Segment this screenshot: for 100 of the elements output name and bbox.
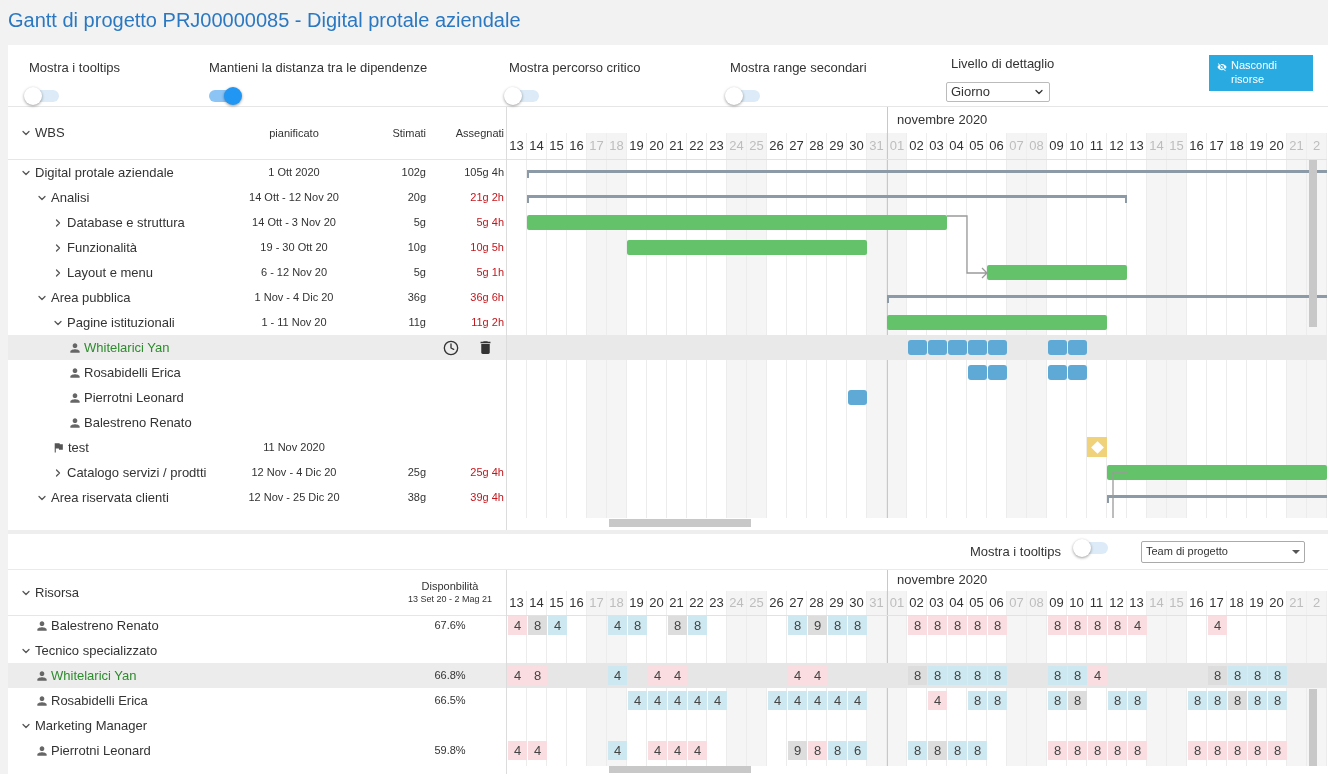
day-label: 19 <box>1247 133 1267 159</box>
hours-cell: 8 <box>1248 666 1267 685</box>
clock-icon[interactable] <box>443 339 459 356</box>
scrollbar-thumb[interactable] <box>609 519 751 527</box>
day-label: 09 <box>1047 133 1067 159</box>
resource-name[interactable]: Rosabidelli Erica <box>51 690 148 711</box>
resource-name[interactable]: Whitelarici Yan <box>51 665 137 686</box>
dependency-line <box>1112 472 1128 518</box>
toggle-label: Mostra range secondari <box>730 59 868 77</box>
resource-name[interactable]: Balestreno Renato <box>84 412 192 433</box>
planned-dates: 1 - 11 Nov 20 <box>261 316 327 329</box>
hours-cell: 8 <box>908 616 927 635</box>
resource-name[interactable]: Balestreno Renato <box>51 616 159 636</box>
assigned-time: 5g 4h <box>476 215 504 231</box>
hours-cell: 4 <box>808 691 827 710</box>
hours-cell: 8 <box>928 741 947 760</box>
hours-cell: 8 <box>1228 666 1247 685</box>
hours-cell: 8 <box>948 666 967 685</box>
toggle-label: Mostra i tooltips <box>29 59 122 77</box>
summary-bar-segment[interactable] <box>887 295 907 303</box>
hours-cell: 8 <box>948 616 967 635</box>
milestone-name: test <box>68 438 89 457</box>
assignment-block[interactable] <box>1048 365 1067 380</box>
highlighted-row[interactable]: Whitelarici Yan 66.8% <box>8 663 506 688</box>
task-name: Funzionalità <box>67 238 138 257</box>
hours-cell: 8 <box>1228 741 1247 760</box>
hours-cell: 4 <box>688 741 707 760</box>
resource-name[interactable]: Pierrotni Leonard <box>51 740 151 761</box>
assignment-block[interactable] <box>968 340 987 355</box>
assignment-block[interactable] <box>848 390 867 405</box>
availability-percent: 59.8% <box>433 743 467 759</box>
hours-cell: 8 <box>528 616 547 635</box>
assignment-block[interactable] <box>988 340 1007 355</box>
assignment-block[interactable] <box>968 365 987 380</box>
column-header: WBS <box>35 124 65 143</box>
day-label: 19 <box>1247 591 1267 615</box>
toggle-label: Mostra i tooltips <box>969 542 1061 561</box>
day-label: 27 <box>787 133 807 159</box>
summary-bar-segment[interactable] <box>527 195 547 203</box>
day-label: 26 <box>767 591 787 615</box>
assignment-block[interactable] <box>948 340 967 355</box>
hours-cell: 8 <box>908 741 927 760</box>
day-label: 11 <box>1087 133 1107 159</box>
resource-name[interactable]: Rosabidelli Erica <box>84 362 181 383</box>
hours-cell: 4 <box>1088 666 1107 685</box>
assigned-time: 10g 5h <box>470 240 504 256</box>
hours-cell: 8 <box>988 691 1007 710</box>
detail-level-select[interactable]: Giorno <box>946 81 1050 102</box>
hours-cell: 4 <box>928 691 947 710</box>
summary-bar-segment[interactable] <box>1107 495 1127 503</box>
assigned-time: 11g 2h <box>471 315 504 331</box>
scrollbar-thumb[interactable] <box>609 766 751 773</box>
assignment-block[interactable] <box>1068 340 1087 355</box>
planned-dates: 12 Nov - 25 Dic 20 <box>248 491 340 504</box>
hours-cell: 8 <box>528 666 547 685</box>
hours-cell: 8 <box>788 616 807 635</box>
hours-cell: 8 <box>1068 691 1087 710</box>
day-label: 13 <box>507 133 527 159</box>
milestone-marker[interactable] <box>1087 437 1107 457</box>
toggle-label: Mostra percorso critico <box>509 59 642 77</box>
day-label: 27 <box>787 591 807 615</box>
day-label: 17 <box>1207 591 1227 615</box>
hours-cell: 8 <box>928 616 947 635</box>
hours-cell: 4 <box>668 666 687 685</box>
day-label: 14 <box>527 133 547 159</box>
day-label: 16 <box>1187 133 1207 159</box>
dependency-arrow <box>947 215 989 279</box>
scrollbar-thumb[interactable] <box>1309 160 1317 327</box>
day-label: 19 <box>627 133 647 159</box>
highlighted-row[interactable]: Whitelarici Yan <box>8 335 506 360</box>
planned-dates: 12 Nov - 4 Dic 20 <box>251 466 337 479</box>
resource-name[interactable]: Whitelarici Yan <box>84 337 170 358</box>
hours-cell: 9 <box>788 741 807 760</box>
team-select[interactable]: Team di progetto <box>1141 540 1305 563</box>
hours-cell: 8 <box>688 616 707 635</box>
summary-bar-segment[interactable] <box>1107 195 1127 203</box>
hours-cell: 4 <box>768 691 787 710</box>
hours-cell: 4 <box>688 691 707 710</box>
assignment-block[interactable] <box>908 340 927 355</box>
resource-name[interactable]: Pierrotni Leonard <box>84 387 184 408</box>
hours-cell: 8 <box>908 666 927 685</box>
hours-cell: 4 <box>608 741 627 760</box>
assignment-block[interactable] <box>928 340 947 355</box>
estimated-days: 36g <box>407 291 426 304</box>
hours-cell: 4 <box>788 691 807 710</box>
scrollbar-thumb[interactable] <box>1309 689 1317 766</box>
day-label: 18 <box>1227 133 1247 159</box>
hours-cell: 8 <box>1188 691 1207 710</box>
hours-cell: 8 <box>1268 741 1287 760</box>
summary-bar-segment[interactable] <box>527 170 547 178</box>
hours-cell: 4 <box>668 691 687 710</box>
day-label: 20 <box>647 133 667 159</box>
day-label: 03 <box>927 591 947 615</box>
assignment-block[interactable] <box>1068 365 1087 380</box>
assignment-block[interactable] <box>988 365 1007 380</box>
assignment-block[interactable] <box>1048 340 1067 355</box>
hours-cell: 4 <box>508 666 527 685</box>
day-label: 21 <box>667 133 687 159</box>
hours-cell: 8 <box>1188 741 1207 760</box>
hours-cell: 4 <box>548 616 567 635</box>
